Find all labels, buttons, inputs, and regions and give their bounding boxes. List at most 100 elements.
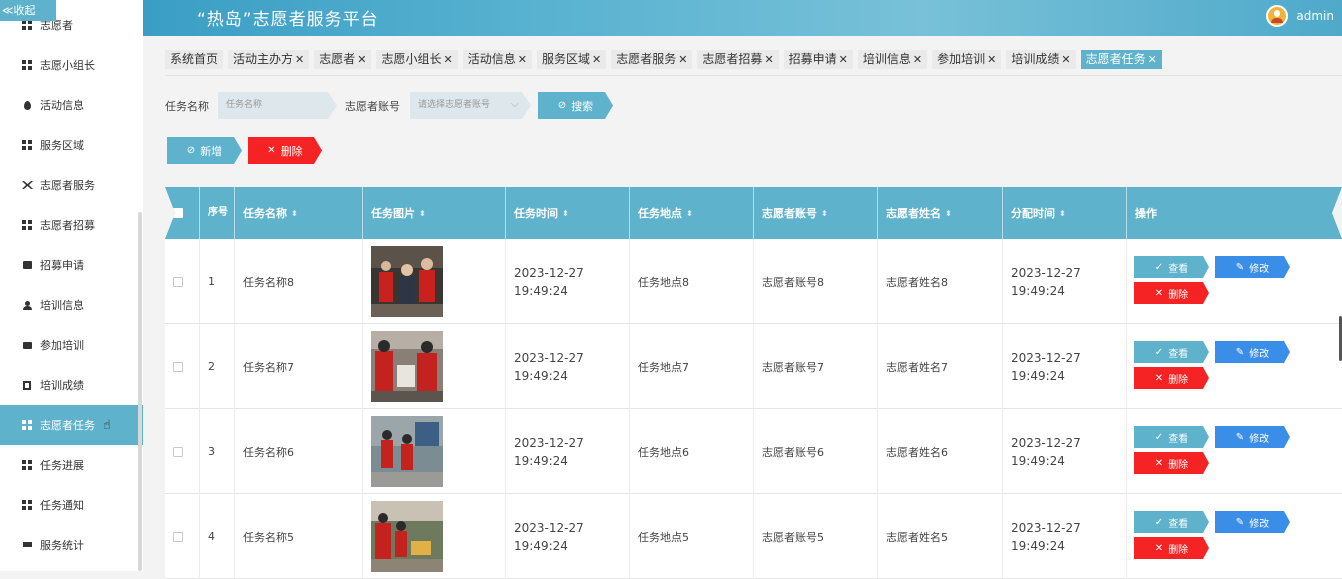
sidebar-item-recruit-apply[interactable]: 招募申请 (0, 245, 143, 285)
row-delete-button[interactable]: ✕ 删除 (1134, 367, 1209, 389)
header-assigned-time[interactable]: 分配时间 ⬍ (1003, 187, 1127, 239)
cell-volunteer-name: 志愿者姓名5 (878, 494, 1003, 579)
pencil-icon: ✎ (1235, 516, 1245, 528)
tab-volunteer[interactable]: 志愿者 ✕ (314, 50, 372, 69)
sidebar-item-group-leader[interactable]: 志愿小组长 (0, 45, 143, 85)
select-all-cell (165, 187, 200, 239)
collapse-button[interactable]: ≪收起 (0, 0, 56, 21)
sort-icon: ⬍ (562, 208, 569, 218)
header-operations: 操作 (1135, 207, 1157, 220)
sidebar-item-label: 参加培训 (40, 339, 84, 352)
tab-group-leader[interactable]: 志愿小组长 ✕ (376, 50, 458, 69)
row-checkbox-cell (165, 494, 200, 579)
sidebar-scrollbar[interactable] (138, 212, 142, 571)
close-icon[interactable]: ✕ (987, 50, 996, 69)
header-task-image[interactable]: 任务图片 ⬍ (363, 187, 506, 239)
sidebar-item-join-training[interactable]: 参加培训 (0, 325, 143, 365)
view-button[interactable]: ✓ 查看 (1134, 511, 1209, 533)
tab-join-training[interactable]: 参加培训 ✕ (932, 50, 1002, 69)
sidebar-item-training-score[interactable]: 培训成绩 (0, 365, 143, 405)
header-task-time[interactable]: 任务时间 ⬍ (506, 187, 630, 239)
tab-label: 活动主办方 (233, 52, 294, 66)
sidebar-item-training-info[interactable]: 培训信息 (0, 285, 143, 325)
close-icon[interactable]: ✕ (764, 50, 773, 69)
close-icon[interactable]: ✕ (357, 50, 366, 69)
avatar-icon (1266, 5, 1289, 27)
row-checkbox[interactable] (173, 531, 183, 542)
sidebar-item-recruitment[interactable]: 志愿者招募 (0, 205, 143, 245)
tab-training-info[interactable]: 培训信息 ✕ (857, 50, 928, 69)
cell-operations: ✓ 查看 ✎ 修改 ✕ 删除 (1127, 409, 1342, 494)
edit-button[interactable]: ✎ 修改 (1215, 511, 1290, 533)
check-icon: ✓ (1154, 431, 1164, 443)
document-icon (21, 379, 33, 391)
task-photo[interactable] (371, 501, 443, 572)
add-button[interactable]: ⊘ 新增 (167, 137, 242, 164)
search-button[interactable]: ⊘ 搜索 (538, 92, 613, 119)
row-delete-button[interactable]: ✕ 删除 (1134, 452, 1209, 474)
header-label: 志愿者姓名 (886, 207, 941, 220)
header-account[interactable]: 志愿者账号 ⬍ (754, 187, 878, 239)
sidebar-item-activity-info[interactable]: 活动信息 (0, 85, 143, 125)
close-icon[interactable]: ✕ (1061, 50, 1070, 69)
row-checkbox[interactable] (173, 446, 183, 457)
tab-volunteer-task[interactable]: 志愿者任务 ✕ (1080, 50, 1162, 69)
cell-task-name: 任务名称7 (235, 324, 363, 409)
sidebar-item-task-notice[interactable]: 任务通知 (0, 485, 143, 525)
header-task-name[interactable]: 任务名称 ⬍ (235, 187, 363, 239)
sidebar-item-service-stats[interactable]: 服务统计 (0, 525, 143, 565)
edit-button[interactable]: ✎ 修改 (1215, 341, 1290, 363)
edit-button-label: 修改 (1249, 348, 1270, 360)
close-icon[interactable]: ✕ (1148, 50, 1157, 69)
select-all-checkbox[interactable] (173, 208, 183, 218)
user-menu[interactable]: admin (1266, 5, 1334, 27)
header-task-location[interactable]: 任务地点 ⬍ (630, 187, 754, 239)
account-label: 志愿者账号 (345, 100, 400, 113)
grid-icon (21, 499, 33, 511)
row-checkbox-cell (165, 239, 200, 324)
sidebar-item-label: 招募申请 (40, 259, 84, 272)
row-checkbox[interactable] (173, 276, 183, 287)
header-volunteer-name[interactable]: 志愿者姓名 ⬍ (878, 187, 1003, 239)
close-icon[interactable]: ✕ (518, 50, 527, 69)
grid-icon (21, 459, 33, 471)
close-icon[interactable]: ✕ (678, 50, 687, 69)
task-photo[interactable] (371, 416, 443, 487)
tab-recruit-apply[interactable]: 招募申请 ✕ (783, 50, 853, 69)
tab-volunteer-service[interactable]: 志愿者服务 ✕ (611, 50, 693, 69)
row-delete-button[interactable]: ✕ 删除 (1134, 282, 1209, 304)
view-button[interactable]: ✓ 查看 (1134, 256, 1209, 278)
cell-assigned-time: 2023-12-27 19:49:24 (1003, 494, 1127, 579)
tab-home[interactable]: 系统首页 (165, 50, 224, 69)
sidebar-item-service-area[interactable]: 服务区域 (0, 125, 143, 165)
edit-button[interactable]: ✎ 修改 (1215, 426, 1290, 448)
view-button[interactable]: ✓ 查看 (1134, 426, 1209, 448)
tab-activity-info[interactable]: 活动信息 ✕ (462, 50, 532, 69)
view-button[interactable]: ✓ 查看 (1134, 341, 1209, 363)
sidebar-item-label: 任务通知 (40, 499, 84, 512)
sidebar-item-volunteer-service[interactable]: 志愿者服务 (0, 165, 143, 205)
tab-label: 志愿者 (319, 52, 356, 66)
tab-recruitment[interactable]: 志愿者招募 ✕ (697, 50, 779, 69)
close-icon[interactable]: ✕ (839, 50, 848, 69)
close-icon[interactable]: ✕ (592, 50, 601, 69)
sidebar-item-task-progress[interactable]: 任务进展 (0, 445, 143, 485)
close-icon[interactable]: ✕ (913, 50, 922, 69)
table-row: 2 任务名称7 2023-12-27 19:49:24 任务地点7 志愿者账号7… (165, 324, 1342, 409)
tab-organizer[interactable]: 活动主办方 ✕ (228, 50, 310, 69)
sidebar-item-volunteer-task[interactable]: 志愿者任务 ☝ (0, 405, 143, 445)
close-icon[interactable]: ✕ (295, 50, 304, 69)
tab-service-area[interactable]: 服务区域 ✕ (536, 50, 607, 69)
task-name-input[interactable]: 任务名称 (218, 92, 337, 119)
row-delete-button[interactable]: ✕ 删除 (1134, 537, 1209, 559)
close-icon[interactable]: ✕ (444, 50, 453, 69)
delete-button-label: 删除 (1168, 374, 1189, 386)
task-photo[interactable] (371, 246, 443, 317)
delete-button[interactable]: ✕ 删除 (248, 137, 322, 164)
grid-icon (21, 59, 33, 71)
row-checkbox[interactable] (173, 361, 183, 372)
tab-training-score[interactable]: 培训成绩 ✕ (1006, 50, 1076, 69)
task-photo[interactable] (371, 331, 443, 402)
user-icon (21, 299, 33, 311)
edit-button[interactable]: ✎ 修改 (1215, 256, 1290, 278)
